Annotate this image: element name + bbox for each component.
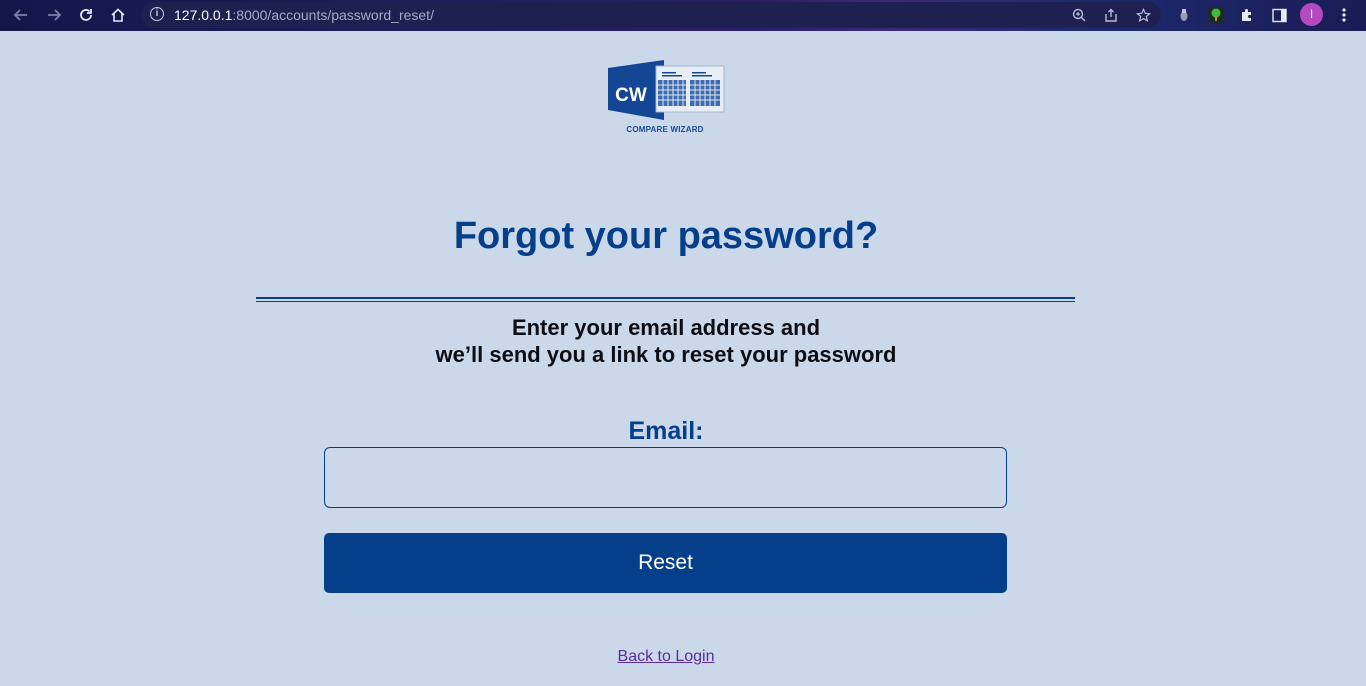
logo-caption: COMPARE WIZARD <box>626 125 704 134</box>
arrow-left-icon[interactable] <box>9 3 33 27</box>
kebab-menu-icon[interactable] <box>1334 4 1354 26</box>
instructions-line-1: Enter your email address and <box>511 315 821 340</box>
sidepanel-icon[interactable] <box>1269 4 1289 26</box>
extension-2-icon[interactable] <box>1206 4 1226 26</box>
browser-toolbar: i 127.0.0.1:8000/accounts/password_reset… <box>0 0 1366 31</box>
compare-wizard-logo: CW COMPARE WIZARD <box>606 58 728 138</box>
arrow-right-icon[interactable] <box>42 3 66 27</box>
reload-icon[interactable] <box>74 3 98 27</box>
url-path: :8000/accounts/password_reset/ <box>232 7 434 23</box>
instructions: Enter your email address and we’ll send … <box>0 314 1332 368</box>
extension-1-icon[interactable] <box>1174 4 1194 26</box>
address-bar[interactable]: i 127.0.0.1:8000/accounts/password_reset… <box>141 2 1161 28</box>
back-to-login-link[interactable]: Back to Login <box>0 648 1332 666</box>
info-icon[interactable]: i <box>150 7 164 21</box>
star-icon[interactable] <box>1134 6 1152 24</box>
profile-avatar[interactable]: I <box>1300 3 1323 26</box>
page-title: Forgot your password? <box>453 215 879 257</box>
url-text[interactable]: 127.0.0.1:8000/accounts/password_reset/ <box>174 7 434 23</box>
email-label: Email: <box>628 417 704 445</box>
logo-mark: CW <box>608 60 725 120</box>
puzzle-icon[interactable] <box>1237 4 1257 26</box>
url-host: 127.0.0.1 <box>174 7 233 23</box>
instructions-line-2: we’ll send you a link to reset your pass… <box>435 342 897 367</box>
title-divider <box>256 297 1075 302</box>
home-icon[interactable] <box>106 3 130 27</box>
share-icon[interactable] <box>1102 6 1120 24</box>
email-field[interactable] <box>324 447 1007 508</box>
zoom-icon[interactable] <box>1070 6 1088 24</box>
logo-mark-text: CW <box>615 85 647 106</box>
reset-button[interactable]: Reset <box>324 533 1007 593</box>
